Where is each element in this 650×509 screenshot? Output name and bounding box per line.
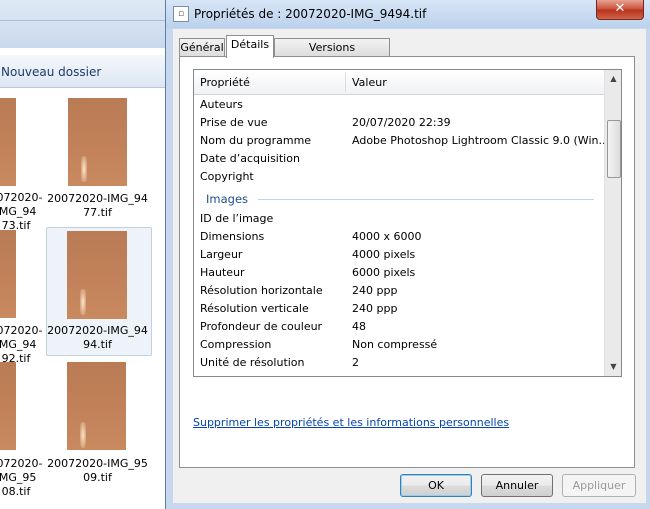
image-thumbnail [67, 231, 127, 319]
image-thumbnail [0, 362, 16, 450]
ok-button[interactable]: OK [400, 474, 472, 497]
file-tile[interactable] [67, 362, 127, 452]
file-icon: ▫ [173, 6, 189, 22]
details-panel: Propriété Valeur Auteurs Prise de vue 20/… [179, 56, 635, 468]
cancel-button[interactable]: Annuler [481, 474, 553, 497]
file-tile[interactable] [0, 362, 40, 472]
new-folder-button[interactable]: Nouveau dossier [1, 65, 101, 79]
property-row[interactable]: Profondeur de couleur 48 [194, 318, 604, 336]
group-header-images: Images [194, 190, 604, 208]
vertical-scrollbar[interactable]: ▲ ▼ [604, 70, 621, 376]
file-name: 0072020-IMG_9473.tif [0, 191, 43, 232]
property-row[interactable]: Hauteur 6000 pixels [194, 264, 604, 282]
property-row[interactable]: Nom du programme Adobe Photoshop Lightroo… [194, 132, 609, 150]
file-name: 20072020-IMG_95 09.tif [47, 457, 148, 484]
image-thumbnail [0, 98, 16, 186]
property-row[interactable]: Dimensions 4000 x 6000 [194, 228, 604, 246]
column-header-property[interactable]: Propriété [200, 76, 250, 89]
file-name: 20072020-IMG_94 77.tif [47, 192, 148, 219]
file-tile[interactable]: 0072020-IMG_9473.tif [0, 96, 42, 232]
property-row[interactable]: Largeur 4000 pixels [194, 246, 604, 264]
file-name: 0072020-IMG_9508.tif [0, 457, 43, 498]
tab-general[interactable]: Général [179, 38, 225, 57]
property-row[interactable]: Compression Non compressé [194, 336, 604, 354]
remove-properties-link[interactable]: Supprimer les propriétés et les informat… [193, 416, 509, 429]
scroll-down-icon[interactable]: ▼ [606, 359, 621, 375]
tab-previous-versions[interactable]: Versions précédentes [274, 38, 390, 72]
dialog-titlebar[interactable]: ▫ Propriétés de : 20072020-IMG_9494.tif … [166, 0, 650, 28]
properties-dialog: ▫ Propriétés de : 20072020-IMG_9494.tif … [165, 0, 650, 509]
image-thumbnail [67, 362, 126, 450]
property-row[interactable]: Résolution verticale 240 ppp [194, 300, 604, 318]
scrollbar-thumb[interactable] [607, 120, 621, 178]
file-name: 20072020-IMG_94 94.tif [47, 324, 148, 351]
properties-list[interactable]: Propriété Valeur Auteurs Prise de vue 20/… [193, 69, 622, 377]
property-row[interactable]: Résolution horizontale 240 ppp [194, 282, 604, 300]
property-row[interactable]: Unité de résolution 2 [194, 354, 604, 372]
scroll-up-icon[interactable]: ▲ [606, 71, 621, 87]
file-tile[interactable] [68, 96, 128, 206]
close-button[interactable]: ✕ [596, 0, 644, 20]
tab-details[interactable]: Détails [226, 35, 274, 58]
property-row[interactable]: Copyright [194, 168, 604, 186]
dialog-title: Propriétés de : 20072020-IMG_9494.tif [194, 7, 427, 21]
apply-button[interactable]: Appliquer [562, 474, 636, 497]
property-row[interactable]: ID de l’image [194, 210, 604, 228]
property-row[interactable]: Date d’acquisition [194, 150, 604, 168]
explorer-command-bar: Nouveau dossier [0, 55, 165, 88]
image-thumbnail [0, 230, 16, 318]
image-thumbnail [68, 98, 127, 186]
file-name: 0072020-IMG_9492.tif [0, 324, 43, 365]
list-header: Propriété Valeur [194, 70, 604, 95]
property-row[interactable]: Prise de vue 20/07/2020 22:39 [194, 114, 604, 132]
dialog-client-area: Général Détails Versions précédentes Pro… [173, 29, 646, 503]
property-row[interactable]: Auteurs [194, 96, 604, 114]
column-header-value[interactable]: Valeur [352, 76, 387, 89]
